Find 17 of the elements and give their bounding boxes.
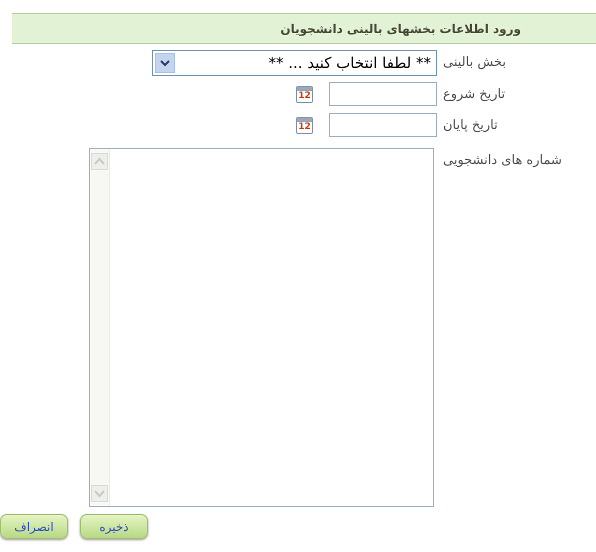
date-field[interactable] [329,82,437,106]
calendar-icon[interactable]: 12 [296,86,313,102]
scroll-down-icon[interactable] [91,485,108,502]
scrollbar[interactable] [90,149,110,506]
field-label: بخش بالینی [443,54,506,72]
field-label: تاریخ شروع [443,86,506,104]
form-title: ورود اطلاعات بخشهای بالینی دانشجویان [280,20,521,38]
field-label: تاریخ پایان [443,117,498,135]
save-button[interactable]: ذخیره [80,514,148,539]
field-label: شماره های دانشجویی [443,152,562,170]
dropdown-field[interactable]: ** لطفا انتخاب کنید ... ** [152,50,437,76]
calendar-icon[interactable]: 12 [296,116,313,134]
student-numbers-field[interactable] [89,148,434,507]
chevron-down-icon[interactable] [155,53,175,73]
date-field[interactable] [329,113,437,137]
cancel-button[interactable]: انصراف [0,514,68,539]
scroll-up-icon[interactable] [91,153,108,170]
